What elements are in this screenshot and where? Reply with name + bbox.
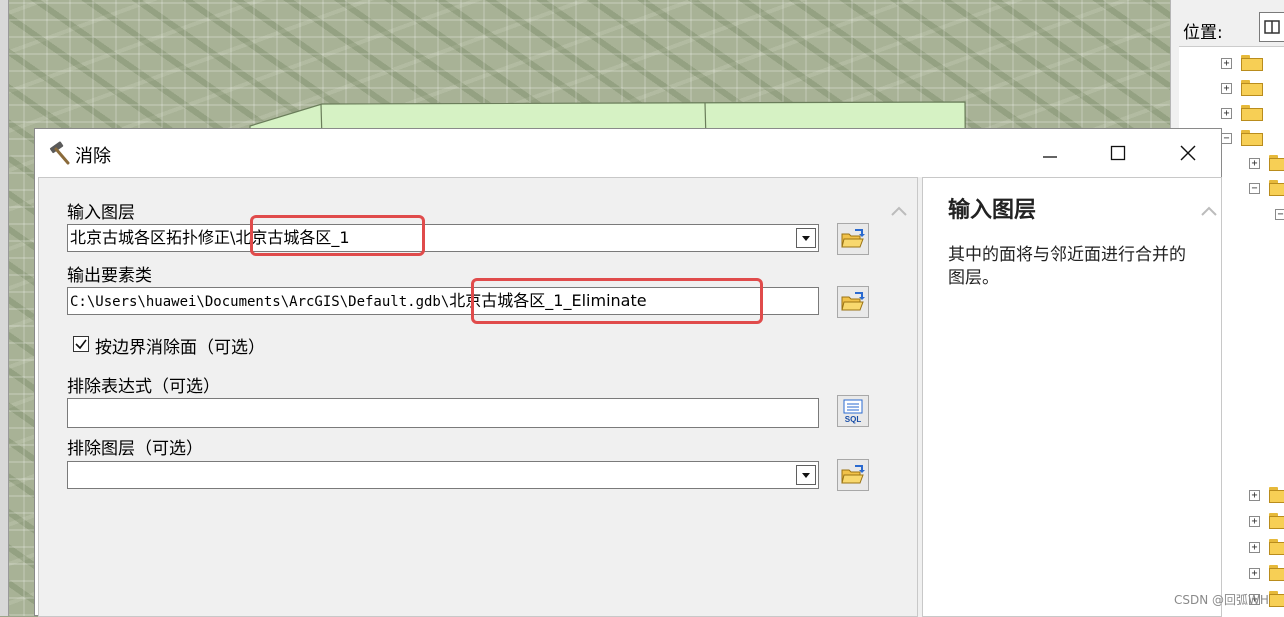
expand-icon[interactable]: + <box>1249 515 1260 527</box>
minimize-icon <box>1043 156 1057 158</box>
eliminate-by-border-checkbox[interactable] <box>73 336 89 352</box>
close-button[interactable] <box>1173 139 1203 167</box>
location-dropdown[interactable] <box>1259 12 1284 42</box>
hammer-icon <box>49 141 70 165</box>
exclusion-layer-dropdown-button[interactable] <box>796 465 816 485</box>
chevron-down-icon <box>802 236 810 241</box>
parameters-scroll-up-button[interactable] <box>889 202 909 220</box>
output-feature-class-name: 北京古城各区_1_Eliminate <box>449 291 647 310</box>
folder-icon <box>1269 565 1284 581</box>
expand-icon[interactable]: + <box>1249 541 1260 553</box>
sql-icon-text: SQL <box>845 415 862 424</box>
expand-icon[interactable]: + <box>1249 567 1260 579</box>
tree-node[interactable]: + <box>1221 103 1263 123</box>
folder-icon <box>1269 513 1284 529</box>
expand-icon[interactable]: + <box>1221 57 1232 69</box>
input-layer-browse-button[interactable] <box>837 223 869 255</box>
exclusion-expression-label: 排除表达式（可选） <box>67 377 220 397</box>
input-layer-name: 北京古城各区_1 <box>235 228 350 247</box>
eliminate-dialog: 消除 输入图层 北京古城各区拓扑修正\北京古城各区_1 输出要素类 C:\Use… <box>34 128 1222 617</box>
open-folder-icon <box>841 465 865 484</box>
help-title: 输入图层 <box>948 198 1037 223</box>
output-feature-class-input[interactable]: C:\Users\huawei\Documents\ArcGIS\Default… <box>67 287 819 315</box>
folder-icon <box>1269 155 1284 171</box>
dialog-title: 消除 <box>75 146 111 167</box>
sql-icon: SQL <box>843 399 863 424</box>
exclusion-layer-combobox[interactable] <box>67 461 819 489</box>
tree-node[interactable]: + <box>1249 537 1284 557</box>
checkmark-icon <box>75 339 87 350</box>
folder-icon <box>1269 539 1284 555</box>
help-pane: 输入图层 其中的面将与邻近面进行合并的图层。 <box>922 177 1222 617</box>
output-feature-class-browse-button[interactable] <box>837 286 869 318</box>
folder-icon <box>1241 105 1263 121</box>
expand-icon[interactable]: + <box>1249 157 1260 169</box>
help-scroll-up-button[interactable] <box>1199 202 1219 220</box>
folder-icon <box>1241 130 1263 146</box>
tree-node[interactable]: + <box>1249 153 1284 173</box>
tree-node[interactable]: + <box>1249 511 1284 531</box>
tree-node[interactable]: − <box>1275 204 1284 224</box>
tree-node[interactable]: − <box>1221 128 1263 148</box>
output-feature-class-label: 输出要素类 <box>67 266 152 286</box>
tree-node[interactable]: + <box>1221 53 1263 73</box>
parameters-pane: 输入图层 北京古城各区拓扑修正\北京古城各区_1 输出要素类 C:\Users\… <box>38 177 918 617</box>
input-layer-path: 北京古城各区拓扑修正\ <box>70 228 236 247</box>
dialog-content: 输入图层 北京古城各区拓扑修正\北京古城各区_1 输出要素类 C:\Users\… <box>38 177 1222 617</box>
chevron-up-icon <box>891 206 907 216</box>
tree-node[interactable]: + <box>1249 563 1284 583</box>
watermark: CSDN @回弧WH <box>1174 593 1269 607</box>
folder-icon <box>1269 180 1284 196</box>
expand-icon[interactable]: + <box>1221 107 1232 119</box>
eliminate-by-border-label[interactable]: 按边界消除面（可选） <box>95 333 265 358</box>
close-icon <box>1180 145 1196 161</box>
location-icon <box>1264 20 1280 34</box>
input-layer-label: 输入图层 <box>67 203 135 223</box>
output-feature-class-path: C:\Users\huawei\Documents\ArcGIS\Default… <box>70 294 450 310</box>
map-left-border <box>0 0 9 616</box>
open-folder-icon <box>841 229 865 248</box>
chevron-down-icon <box>802 473 810 478</box>
tree-node[interactable]: + <box>1221 78 1263 98</box>
open-folder-icon <box>841 292 865 311</box>
exclusion-layer-label: 排除图层（可选） <box>67 439 203 459</box>
sql-builder-button[interactable]: SQL <box>837 395 869 427</box>
exclusion-expression-input[interactable] <box>67 398 819 428</box>
collapse-icon[interactable]: − <box>1275 208 1284 220</box>
minimize-button[interactable] <box>1035 139 1065 167</box>
expand-icon[interactable]: + <box>1221 82 1232 94</box>
folder-icon <box>1241 55 1263 71</box>
input-layer-dropdown-button[interactable] <box>796 228 816 248</box>
exclusion-layer-browse-button[interactable] <box>837 459 869 491</box>
expand-icon[interactable]: + <box>1249 489 1260 501</box>
chevron-up-icon <box>1201 206 1217 216</box>
maximize-icon <box>1110 145 1126 161</box>
folder-icon <box>1269 591 1284 607</box>
maximize-button[interactable] <box>1103 139 1133 167</box>
tree-node[interactable]: + <box>1249 485 1284 505</box>
folder-icon <box>1269 487 1284 503</box>
location-label: 位置: <box>1183 23 1223 43</box>
tree-node[interactable]: − <box>1249 178 1284 198</box>
collapse-icon[interactable]: − <box>1249 182 1260 194</box>
help-body: 其中的面将与邻近面进行合并的图层。 <box>948 245 1186 288</box>
dialog-titlebar[interactable]: 消除 <box>35 129 1221 177</box>
collapse-icon[interactable]: − <box>1221 132 1232 144</box>
input-layer-combobox[interactable]: 北京古城各区拓扑修正\北京古城各区_1 <box>67 224 819 252</box>
folder-icon <box>1241 80 1263 96</box>
